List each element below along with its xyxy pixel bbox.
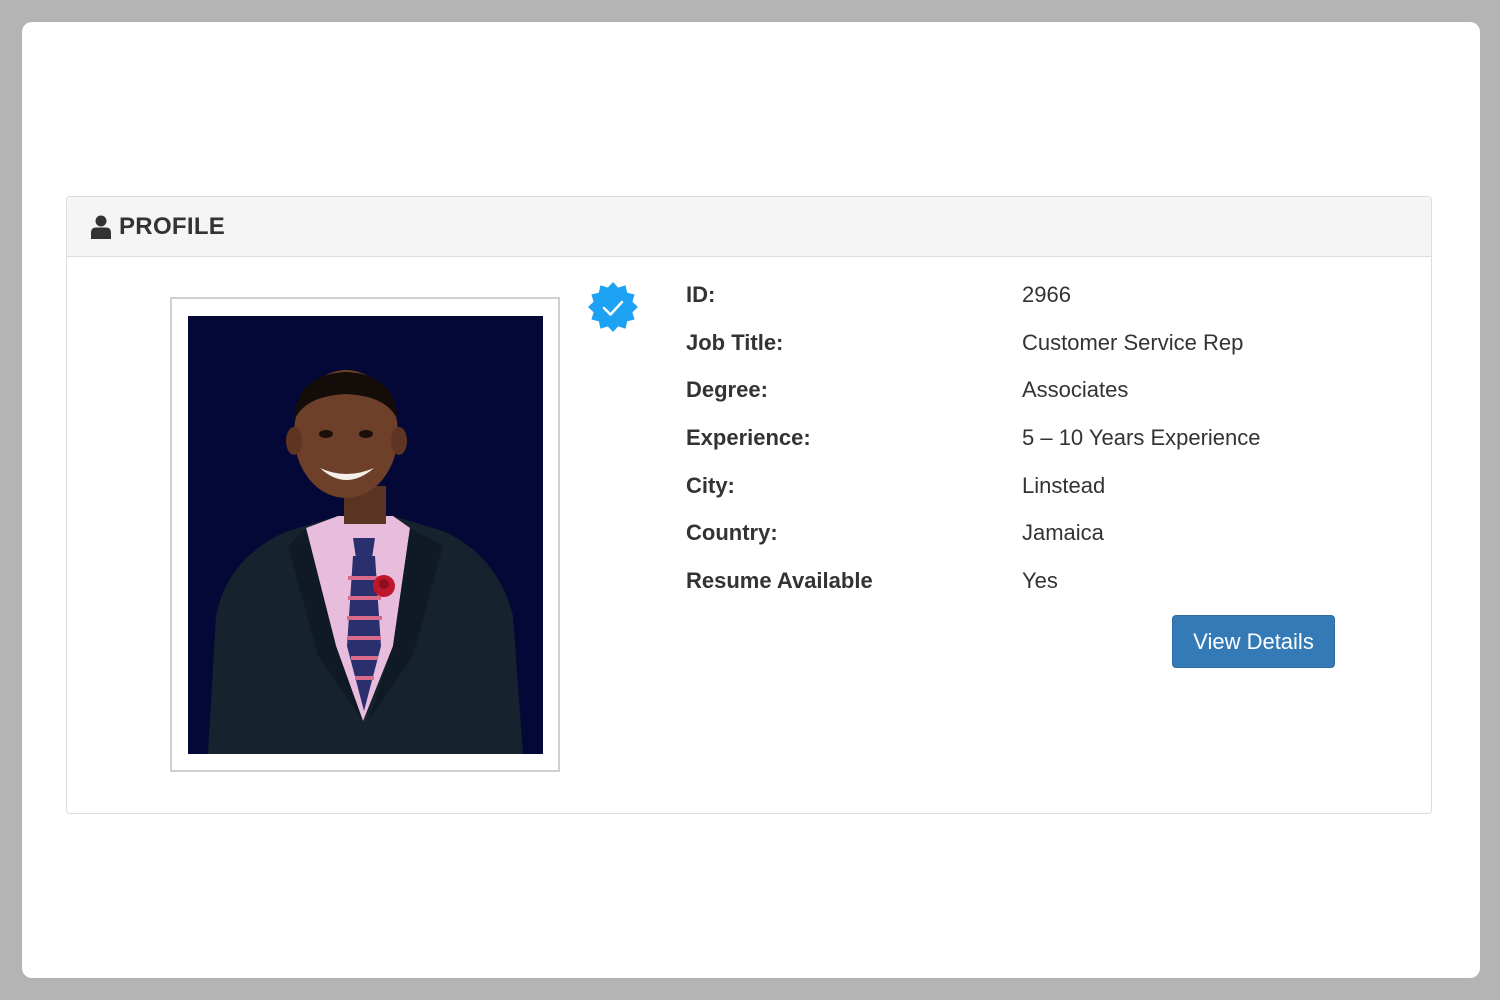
job-title-label: Job Title:: [686, 329, 784, 355]
user-icon: [91, 215, 111, 239]
country-label: Country:: [686, 520, 778, 546]
degree-label: Degree:: [686, 377, 768, 403]
profile-photo-frame: [170, 297, 560, 772]
resume-label: Resume Available: [686, 568, 873, 594]
detail-row-job-title: Job Title: Customer Service Rep: [686, 330, 1261, 378]
city-value: Linstead: [1022, 472, 1106, 498]
job-title-value: Customer Service Rep: [1022, 329, 1244, 355]
resume-value: Yes: [1022, 568, 1058, 594]
detail-row-id: ID: 2966: [686, 282, 1261, 330]
page-frame: PROFILE ID: 2966 Job Title: Customer Ser…: [22, 22, 1480, 978]
id-label: ID:: [686, 282, 716, 307]
id-value: 2966: [1022, 282, 1071, 307]
detail-row-city: City: Linstead: [686, 473, 1261, 521]
experience-value: 5 – 10 Years Experience: [1022, 425, 1261, 451]
experience-label: Experience:: [686, 425, 811, 451]
profile-details: ID: 2966 Job Title: Customer Service Rep…: [686, 282, 1261, 616]
detail-row-experience: Experience: 5 – 10 Years Experience: [686, 425, 1261, 473]
detail-row-resume: Resume Available Yes: [686, 568, 1261, 616]
degree-value: Associates: [1022, 377, 1129, 403]
profile-panel: PROFILE ID: 2966 Job Title: Customer Ser…: [66, 196, 1432, 814]
panel-heading: PROFILE: [67, 197, 1431, 257]
detail-row-degree: Degree: Associates: [686, 377, 1261, 425]
detail-row-country: Country: Jamaica: [686, 520, 1261, 568]
verified-badge-icon: [587, 281, 639, 333]
city-label: City:: [686, 472, 735, 498]
country-value: Jamaica: [1022, 520, 1104, 546]
profile-photo: [188, 316, 543, 754]
panel-title: PROFILE: [119, 212, 226, 240]
view-details-button[interactable]: View Details: [1172, 615, 1335, 668]
